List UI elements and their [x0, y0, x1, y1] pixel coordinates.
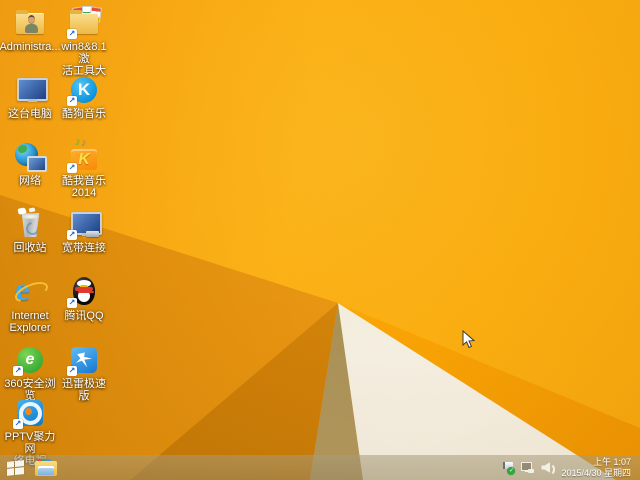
folder-user-icon [13, 6, 47, 40]
mouse-cursor [462, 329, 476, 354]
desktop-icon-broadband[interactable]: ↗ 宽带连接 [57, 207, 111, 254]
icon-label: 迅雷极速版 [62, 378, 106, 402]
shortcut-arrow-icon: ↗ [67, 298, 77, 308]
broadband-connection-icon: ↗ [67, 207, 102, 241]
start-button[interactable] [0, 455, 30, 480]
360-browser-icon: e ↗ [13, 343, 47, 377]
clock-time: 上午 1:07 [592, 456, 631, 467]
shortcut-arrow-icon: ↗ [67, 96, 77, 106]
shortcut-arrow-icon: ↗ [13, 419, 23, 429]
network-tray-icon[interactable] [521, 461, 535, 474]
kugou-icon: K ↗ [67, 73, 101, 107]
ie-icon: e [12, 272, 51, 309]
globe-network-icon [13, 140, 47, 174]
desktop-icon-kugou[interactable]: K ↗ 酷狗音乐 [57, 73, 111, 120]
icon-label: 这台电脑 [8, 108, 52, 120]
recycle-bin-icon [13, 207, 47, 241]
xunlei-bird-icon: ↗ [67, 343, 101, 377]
desktop-icon-this-pc[interactable]: 这台电脑 [3, 73, 57, 120]
windows-logo-icon [6, 459, 24, 476]
desktop-icon-qq[interactable]: ↗ 腾讯QQ [57, 275, 111, 322]
desktop-icon-network[interactable]: 网络 [3, 140, 57, 187]
computer-icon [13, 73, 48, 107]
desktop-icon-kuwo[interactable]: K ♪ ↗ 酷我音乐 2014 [57, 136, 111, 199]
shortcut-arrow-icon: ↗ [67, 163, 77, 173]
action-center-icon[interactable]: ✓ [501, 461, 516, 475]
shortcut-arrow-icon: ↗ [67, 29, 77, 39]
taskbar-file-explorer-button[interactable] [30, 455, 62, 480]
desktop[interactable]: Administra... 这台电脑 网络 回收站 e Internet Exp… [0, 0, 640, 480]
icon-label: 宽带连接 [62, 242, 106, 254]
pptv-icon: ↗ [13, 396, 47, 430]
shortcut-arrow-icon: ↗ [67, 230, 77, 240]
desktop-icon-recycle-bin[interactable]: 回收站 [3, 207, 57, 254]
shortcut-arrow-icon: ↗ [67, 366, 77, 376]
file-explorer-icon [35, 459, 57, 476]
clock-date: 2015/4/30 星期四 [561, 467, 631, 478]
icon-label: 酷狗音乐 [62, 108, 106, 120]
volume-icon[interactable] [541, 461, 556, 476]
taskbar: ✓ 上午 1:07 2015/4/30 星期四 [0, 455, 640, 480]
icon-label: 酷我音乐 2014 [62, 175, 106, 199]
icon-label: 回收站 [13, 242, 47, 254]
desktop-icon-xunlei[interactable]: ↗ 迅雷极速版 [57, 343, 111, 402]
desktop-icon-administrator[interactable]: Administra... [0, 6, 61, 53]
icon-label: 网络 [19, 175, 41, 187]
taskbar-clock[interactable]: 上午 1:07 2015/4/30 星期四 [561, 457, 635, 479]
folder-files-icon: ↗ [67, 6, 102, 40]
icon-label: 腾讯QQ [64, 310, 104, 322]
icon-label: Internet Explorer [9, 310, 51, 334]
green-check-icon: ✓ [507, 467, 516, 475]
icon-label: Administra... [0, 41, 61, 53]
kuwo-icon: K ♪ ↗ [67, 136, 101, 174]
desktop-icon-internet-explorer[interactable]: e Internet Explorer [3, 272, 57, 334]
qq-penguin-icon: ↗ [67, 275, 101, 309]
system-tray: ✓ 上午 1:07 2015/4/30 星期四 [501, 457, 640, 479]
shortcut-arrow-icon: ↗ [13, 366, 23, 376]
